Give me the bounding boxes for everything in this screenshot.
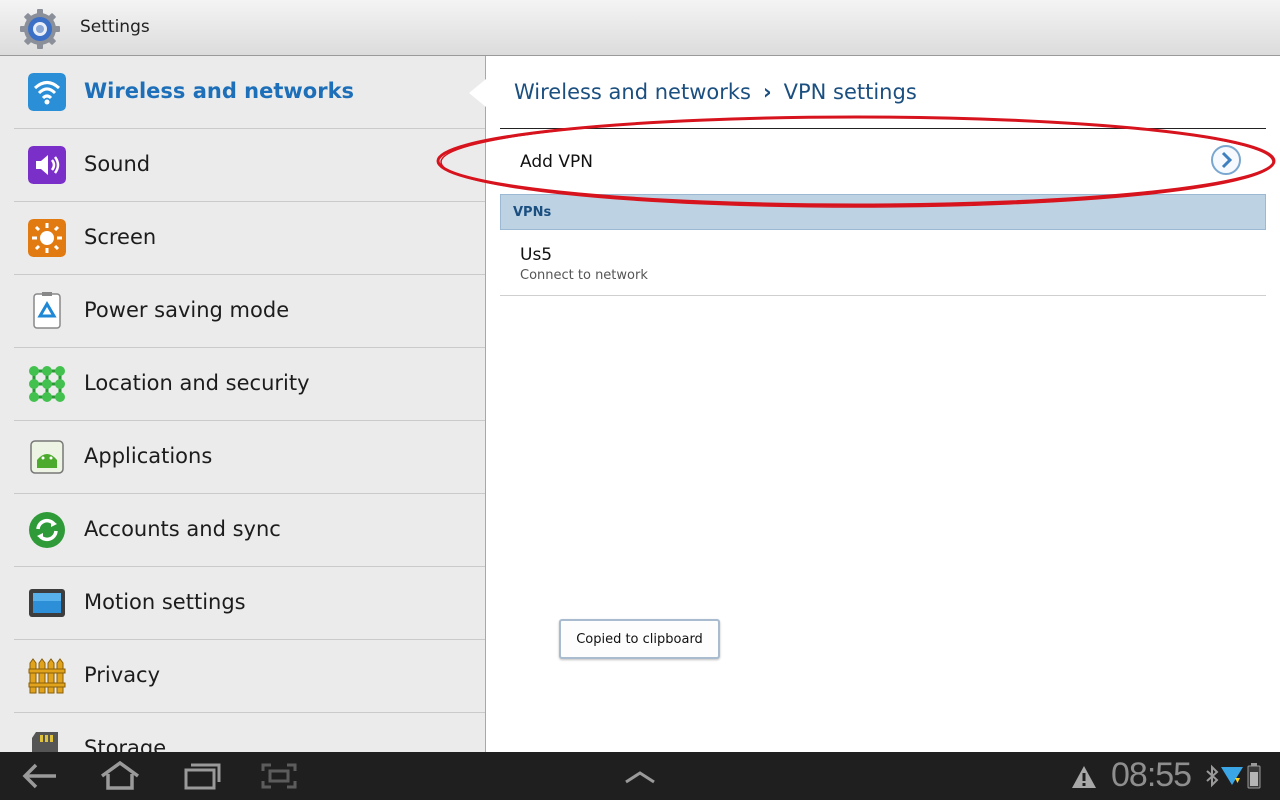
sidebar-item-label: Accounts and sync: [84, 517, 281, 541]
toast-message: Copied to clipboard: [559, 619, 720, 659]
sd-card-icon: [32, 732, 58, 752]
fence-icon: [28, 658, 66, 694]
breadcrumb-separator: ›: [762, 80, 772, 104]
pattern-lock-icon: [29, 366, 65, 402]
android-icon: [30, 440, 64, 474]
sync-icon: [29, 512, 65, 548]
sidebar-item-label: Screen: [84, 225, 157, 249]
speaker-icon: [28, 146, 66, 184]
breadcrumb-current: VPN settings: [783, 80, 917, 104]
recycle-icon: [33, 292, 61, 329]
sidebar-item-location-and-security[interactable]: Location and security: [14, 348, 485, 421]
toast-text: Copied to clipboard: [576, 632, 703, 647]
sidebar-item-label: Sound: [84, 152, 151, 176]
sidebar-item-sound[interactable]: Sound: [14, 129, 485, 202]
sidebar-item-label: Power saving mode: [84, 298, 290, 322]
title-bar: Settings: [0, 0, 1280, 56]
settings-gear-icon[interactable]: [18, 7, 62, 51]
vpn-name: Us5: [520, 245, 553, 265]
screenshot-icon[interactable]: [257, 760, 301, 792]
sidebar-item-label: Privacy: [84, 663, 161, 687]
battery-icon: [1247, 763, 1261, 789]
sidebar-item-motion-settings[interactable]: Motion settings: [14, 567, 485, 640]
vpn-status: Connect to network: [520, 268, 648, 283]
sidebar-item-accounts-and-sync[interactable]: Accounts and sync: [14, 494, 485, 567]
warning-icon[interactable]: [1071, 765, 1097, 789]
system-bar: 08:55: [0, 752, 1280, 800]
selection-pointer: [469, 79, 486, 107]
brightness-icon: [28, 219, 66, 257]
app-title: Settings: [80, 17, 150, 37]
sidebar-item-label: Storage: [84, 736, 167, 752]
settings-sidebar: Wireless and networks Sound Screen Power…: [0, 56, 486, 752]
back-icon[interactable]: [18, 760, 62, 792]
breadcrumb: Wireless and networks › VPN settings: [514, 80, 917, 104]
sidebar-item-label: Location and security: [84, 371, 310, 395]
sidebar-item-label: Wireless and networks: [84, 79, 355, 103]
sidebar-item-storage[interactable]: Storage: [14, 713, 485, 752]
sidebar-item-wireless-and-networks[interactable]: Wireless and networks: [14, 56, 485, 129]
wifi-icon: [28, 73, 66, 111]
sidebar-item-screen[interactable]: Screen: [14, 202, 485, 275]
home-icon[interactable]: [98, 760, 142, 792]
chevron-up-icon[interactable]: [618, 760, 662, 792]
wifi-signal-icon: [1221, 767, 1243, 785]
sidebar-item-power-saving-mode[interactable]: Power saving mode: [14, 275, 485, 348]
sidebar-item-label: Motion settings: [84, 590, 246, 614]
tablet-icon: [29, 589, 65, 617]
sidebar-item-label: Applications: [84, 444, 213, 468]
vpn-list-item[interactable]: Us5 Connect to network: [500, 230, 1266, 296]
bluetooth-icon: [1206, 764, 1219, 788]
sidebar-item-applications[interactable]: Applications: [14, 421, 485, 494]
highlight-ellipse: [436, 115, 1276, 208]
status-clock[interactable]: 08:55: [1111, 756, 1192, 795]
sidebar-item-privacy[interactable]: Privacy: [14, 640, 485, 713]
recent-apps-icon[interactable]: [180, 760, 224, 792]
breadcrumb-parent[interactable]: Wireless and networks: [514, 80, 751, 104]
